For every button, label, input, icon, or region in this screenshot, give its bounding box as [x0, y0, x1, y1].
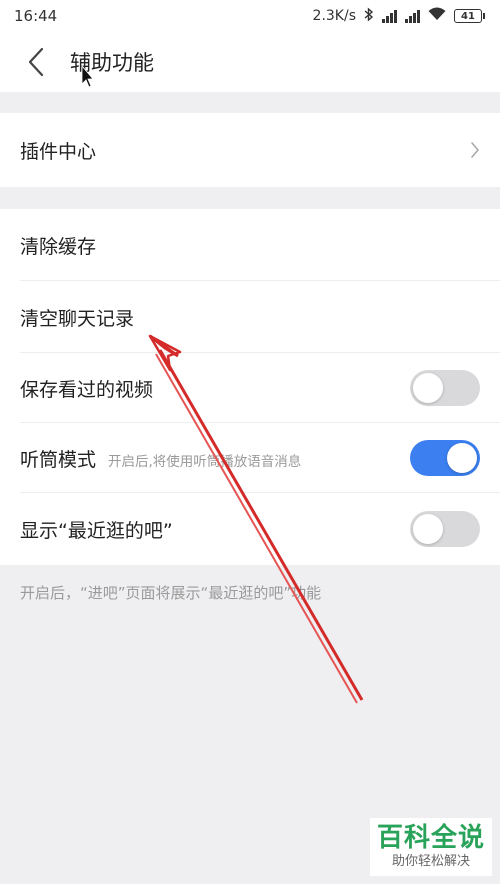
- page-title: 辅助功能: [70, 51, 154, 75]
- toggle-knob: [413, 514, 443, 544]
- save-viewed-videos-toggle[interactable]: [410, 370, 480, 406]
- earpiece-mode-description: 开启后,将使用听筒播放语音消息: [108, 453, 302, 470]
- clear-cache-label: 清除缓存: [20, 235, 97, 258]
- toggle-knob: [447, 443, 477, 473]
- recent-bars-footnote: 开启后，“进吧”页面将展示“最近逛的吧”功能: [20, 584, 322, 602]
- clear-cache-item[interactable]: 清除缓存: [0, 209, 500, 281]
- signal-icon: [382, 9, 397, 23]
- earpiece-mode-label: 听筒模式: [20, 448, 97, 471]
- plugin-center-label: 插件中心: [20, 140, 97, 163]
- watermark-logo: 百科全说 助你轻松解决: [370, 818, 492, 876]
- clear-chat-history-label: 清空聊天记录: [20, 307, 135, 330]
- back-button[interactable]: [6, 32, 66, 92]
- save-viewed-videos-label: 保存看过的视频: [20, 378, 154, 401]
- wifi-icon: [428, 7, 446, 25]
- status-time: 16:44: [14, 7, 58, 25]
- app-header: 辅助功能: [0, 32, 500, 92]
- status-icons: 2.3K/s 41: [312, 6, 485, 26]
- settings-group: 清除缓存 清空聊天记录 保存看过的视频 听筒模式 开启后,将使用听筒播放语音消息…: [0, 209, 500, 565]
- earpiece-mode-text: 听筒模式 开启后,将使用听筒播放语音消息: [20, 445, 301, 472]
- show-recent-bars-item: 显示“最近逛的吧”: [0, 493, 500, 565]
- status-bar: 16:44 2.3K/s 41: [0, 0, 500, 32]
- watermark-title: 百科全说: [376, 823, 485, 853]
- save-viewed-videos-item: 保存看过的视频: [0, 353, 500, 423]
- plugin-center-item[interactable]: 插件中心: [0, 113, 500, 187]
- chevron-right-icon: [471, 142, 479, 158]
- plugin-group: 插件中心: [0, 113, 500, 187]
- earpiece-mode-item: 听筒模式 开启后,将使用听筒播放语音消息: [0, 423, 500, 493]
- toggle-knob: [413, 373, 443, 403]
- chevron-left-icon: [28, 47, 44, 77]
- clear-chat-history-item[interactable]: 清空聊天记录: [0, 281, 500, 353]
- network-speed: 2.3K/s: [312, 8, 356, 24]
- watermark-subtitle: 助你轻松解决: [391, 854, 470, 869]
- battery-level: 41: [461, 10, 475, 22]
- show-recent-bars-label: 显示“最近逛的吧”: [20, 519, 173, 542]
- show-recent-bars-toggle[interactable]: [410, 511, 480, 547]
- earpiece-mode-toggle[interactable]: [410, 440, 480, 476]
- bluetooth-icon: [364, 6, 374, 26]
- battery-icon: 41: [454, 9, 485, 23]
- signal-icon: [405, 9, 420, 23]
